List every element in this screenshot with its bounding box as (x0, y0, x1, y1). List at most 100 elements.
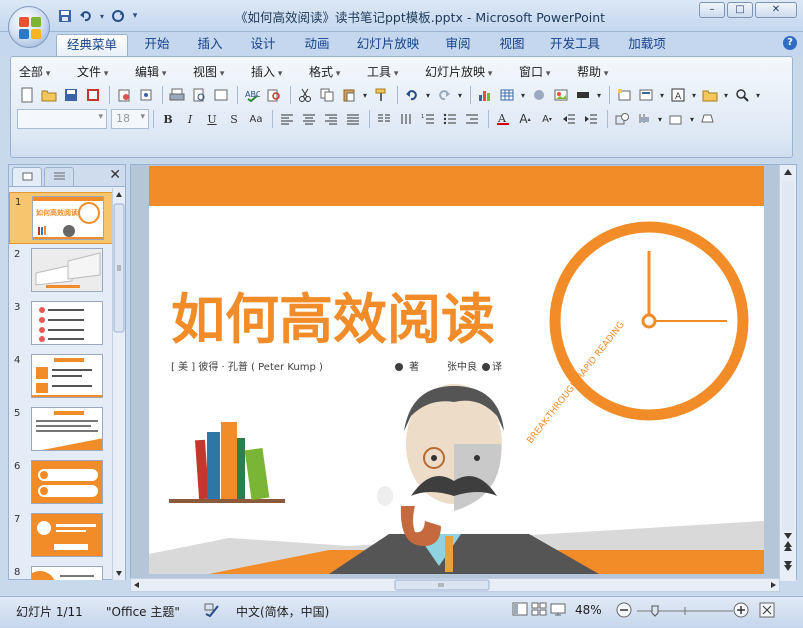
align-left-icon[interactable] (277, 109, 297, 129)
bold-icon[interactable]: B (158, 109, 178, 129)
menu-help[interactable]: 帮助 (577, 63, 608, 80)
new-icon[interactable] (17, 85, 37, 105)
tab-outline[interactable] (44, 167, 74, 186)
tab-developer[interactable]: 开发工具 (542, 34, 608, 56)
slide-thumbnail-7[interactable]: 7 (9, 510, 113, 562)
folder-dropdown-icon[interactable]: ▾ (722, 85, 730, 105)
undo-dropdown-icon[interactable]: ▾ (424, 85, 432, 105)
open-icon[interactable] (39, 85, 59, 105)
text-direction-icon[interactable] (396, 109, 416, 129)
new-slide-icon[interactable] (614, 85, 634, 105)
print-preview-icon[interactable] (189, 85, 209, 105)
menu-file[interactable]: 文件 (77, 63, 108, 80)
undo-dropdown-icon[interactable]: ▾ (98, 7, 106, 25)
break-through-text[interactable]: BREAK-THROUGH RAPID READING (525, 320, 626, 446)
italic-icon[interactable]: I (180, 109, 200, 129)
layout-dropdown-icon[interactable]: ▾ (658, 85, 666, 105)
clipart-icon[interactable] (529, 85, 549, 105)
menu-window[interactable]: 窗口 (519, 63, 550, 80)
change-case-icon[interactable]: Aa (246, 109, 266, 129)
color-dropdown-icon[interactable]: ▾ (595, 85, 603, 105)
shape-fill-icon[interactable] (698, 109, 718, 129)
increase-indent-icon[interactable] (581, 109, 601, 129)
indent-icon[interactable] (462, 109, 482, 129)
slide-canvas[interactable]: 如何高效阅读 [ 美 ] 彼得 · 孔普 ( Peter Kump ) 著 张中… (149, 166, 764, 574)
menu-insert[interactable]: 插入 (251, 63, 282, 80)
font-size-field[interactable]: 18 (111, 109, 149, 129)
editor-horizontal-scrollbar[interactable] (130, 578, 780, 592)
slide-thumbnail-2[interactable]: 2 (9, 245, 113, 297)
font-color-icon[interactable]: A (493, 109, 513, 129)
slide-title[interactable]: 如何高效阅读 (171, 288, 495, 351)
underline-icon[interactable]: U (202, 109, 222, 129)
normal-view-icon[interactable] (512, 602, 528, 619)
tab-view[interactable]: 视图 (490, 34, 534, 56)
layout-icon[interactable] (636, 85, 656, 105)
chart-icon[interactable] (475, 85, 495, 105)
paste-icon[interactable] (339, 85, 359, 105)
tab-classic-menu[interactable]: 经典菜单 (56, 34, 128, 56)
table-dropdown-icon[interactable]: ▾ (519, 85, 527, 105)
customize-toolbar-icon[interactable]: ▾ (130, 7, 140, 25)
quick-styles-icon[interactable] (666, 109, 686, 129)
tab-insert[interactable]: 插入 (188, 34, 232, 56)
zoom-in-icon[interactable] (733, 602, 749, 621)
slide-thumbnail-1[interactable]: 1 如何高效阅读 (9, 192, 113, 244)
tab-design[interactable]: 设计 (240, 34, 286, 56)
decrease-indent-icon[interactable] (559, 109, 579, 129)
slideshow-view-icon[interactable] (550, 602, 566, 619)
attach-icon[interactable] (136, 85, 156, 105)
paste-dropdown-icon[interactable]: ▾ (361, 85, 369, 105)
color-icon[interactable] (573, 85, 593, 105)
copy-icon[interactable] (317, 85, 337, 105)
zoom-level[interactable]: 48% (575, 603, 602, 617)
office-button[interactable] (8, 6, 50, 48)
save-icon[interactable] (61, 85, 81, 105)
slide-thumbnail-6[interactable]: 6 (9, 457, 113, 509)
close-button[interactable]: ✕ (755, 2, 797, 18)
zoom-dropdown-icon[interactable]: ▾ (754, 85, 762, 105)
author-line[interactable]: [ 美 ] 彼得 · 孔普 ( Peter Kump ) (171, 360, 323, 373)
permission-icon[interactable] (114, 85, 134, 105)
translator-role[interactable]: 译 (492, 361, 502, 373)
decrease-font-icon[interactable]: A ▾ (537, 109, 557, 129)
align-center-icon[interactable] (299, 109, 319, 129)
zoom-search-icon[interactable] (732, 85, 752, 105)
format-painter-icon[interactable] (371, 85, 391, 105)
research-icon[interactable] (264, 85, 284, 105)
justify-icon[interactable] (343, 109, 363, 129)
redo-icon[interactable] (109, 7, 127, 25)
help-icon[interactable]: ? (783, 36, 797, 50)
maximize-button[interactable]: □ (727, 2, 753, 18)
redo-icon[interactable] (434, 85, 454, 105)
textbox-dropdown-icon[interactable]: ▾ (690, 85, 698, 105)
font-name-field[interactable] (17, 109, 107, 129)
slide-sorter-icon[interactable] (531, 602, 547, 619)
slide-thumbnail-8[interactable]: 8 (9, 563, 113, 580)
quick-styles-dropdown-icon[interactable]: ▾ (688, 109, 696, 129)
redo-dropdown-icon[interactable]: ▾ (456, 85, 464, 105)
language-indicator[interactable]: 中文(简体，中国) (236, 603, 329, 620)
tab-home[interactable]: 开始 (134, 34, 180, 56)
menu-tools[interactable]: 工具 (367, 63, 398, 80)
slide-thumbnail-4[interactable]: 4 (9, 351, 113, 403)
spellcheck-icon[interactable] (204, 603, 220, 620)
menu-format[interactable]: 格式 (309, 63, 340, 80)
menu-edit[interactable]: 编辑 (135, 63, 166, 80)
columns-icon[interactable] (374, 109, 394, 129)
undo-icon[interactable] (77, 7, 95, 25)
zoom-out-icon[interactable] (616, 602, 632, 621)
slide-view-icon[interactable] (211, 85, 231, 105)
tab-review[interactable]: 审阅 (436, 34, 480, 56)
shapes-icon[interactable] (612, 109, 632, 129)
menu-all[interactable]: 全部 (19, 63, 50, 80)
shadow-icon[interactable]: S (224, 109, 244, 129)
tab-slideshow[interactable]: 幻灯片放映 (348, 34, 428, 56)
close-pane-icon[interactable]: ✕ (109, 167, 121, 183)
textbox-icon[interactable]: A (668, 85, 688, 105)
translator-line[interactable]: 张中良 (447, 360, 477, 373)
fit-to-window-icon[interactable] (759, 602, 775, 621)
minimize-button[interactable]: – (699, 2, 725, 18)
undo-icon[interactable] (402, 85, 422, 105)
spelling-icon[interactable]: ABC (242, 85, 262, 105)
